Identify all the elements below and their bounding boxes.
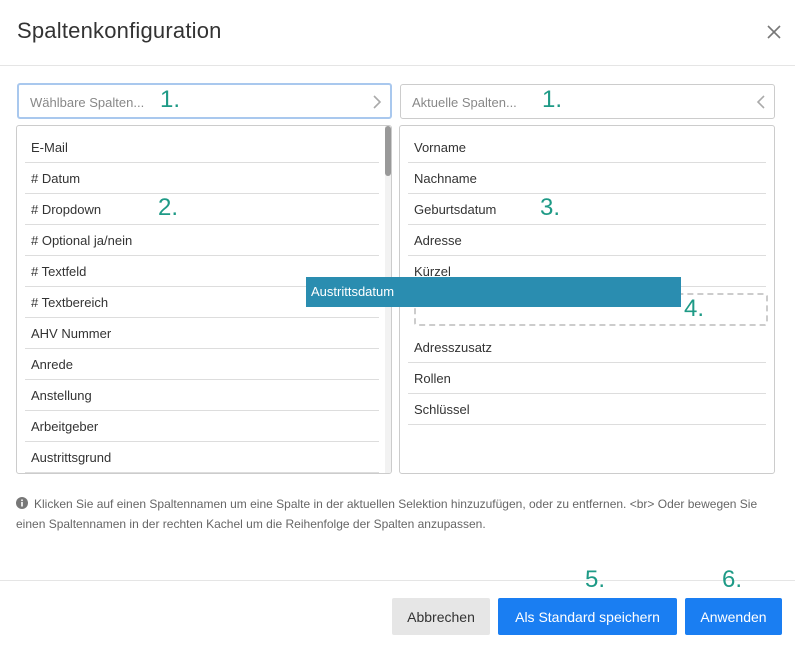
cancel-button[interactable]: Abbrechen [392, 598, 490, 635]
dragged-column-item[interactable]: Austrittsdatum [306, 277, 681, 307]
list-item[interactable]: Adresszusatz [408, 332, 766, 363]
annotation-2: 2. [158, 194, 179, 221]
list-item[interactable]: # Dropdown [25, 194, 379, 225]
list-item[interactable]: E-Mail [25, 132, 379, 163]
list-item[interactable]: Adresse [408, 225, 766, 256]
list-item[interactable]: Rollen [408, 363, 766, 394]
save-as-default-button[interactable]: Als Standard speichern [498, 598, 677, 635]
list-item[interactable]: Anstellung [25, 380, 379, 411]
current-columns-search[interactable] [400, 84, 775, 119]
annotation-5: 5. [585, 566, 606, 593]
scrollbar-thumb[interactable] [385, 126, 391, 176]
list-item[interactable]: Anrede [25, 349, 379, 380]
close-icon [767, 25, 781, 39]
info-icon [16, 497, 28, 509]
list-item[interactable]: Schlüssel [408, 394, 766, 425]
annotation-4: 4. [684, 295, 705, 322]
chevron-left-icon[interactable] [756, 95, 766, 109]
list-item[interactable]: AHV Nummer [25, 318, 379, 349]
list-item[interactable]: Nachname [408, 163, 766, 194]
list-item[interactable]: # Datum [25, 163, 379, 194]
close-button[interactable] [764, 22, 784, 42]
list-item[interactable]: Austrittsgrund [25, 442, 379, 473]
list-item[interactable]: Arbeitgeber [25, 411, 379, 442]
dialog-title: Spaltenkonfiguration [17, 18, 222, 43]
info-message: Klicken Sie auf einen Spaltennamen um ei… [16, 497, 758, 531]
annotation-6: 6. [722, 566, 743, 593]
chevron-right-icon[interactable] [372, 95, 382, 109]
dialog-header: Spaltenkonfiguration [0, 0, 795, 66]
info-text: Klicken Sie auf einen Spaltennamen um ei… [16, 494, 776, 534]
list-item[interactable]: # Optional ja/nein [25, 225, 379, 256]
annotation-1-right: 1. [542, 86, 563, 113]
list-item[interactable]: Geburtsdatum [408, 194, 766, 225]
list-item[interactable]: Vorname [408, 132, 766, 163]
annotation-3: 3. [540, 194, 561, 221]
apply-button[interactable]: Anwenden [685, 598, 782, 635]
available-columns-search[interactable] [17, 83, 392, 119]
annotation-1-left: 1. [160, 86, 181, 113]
